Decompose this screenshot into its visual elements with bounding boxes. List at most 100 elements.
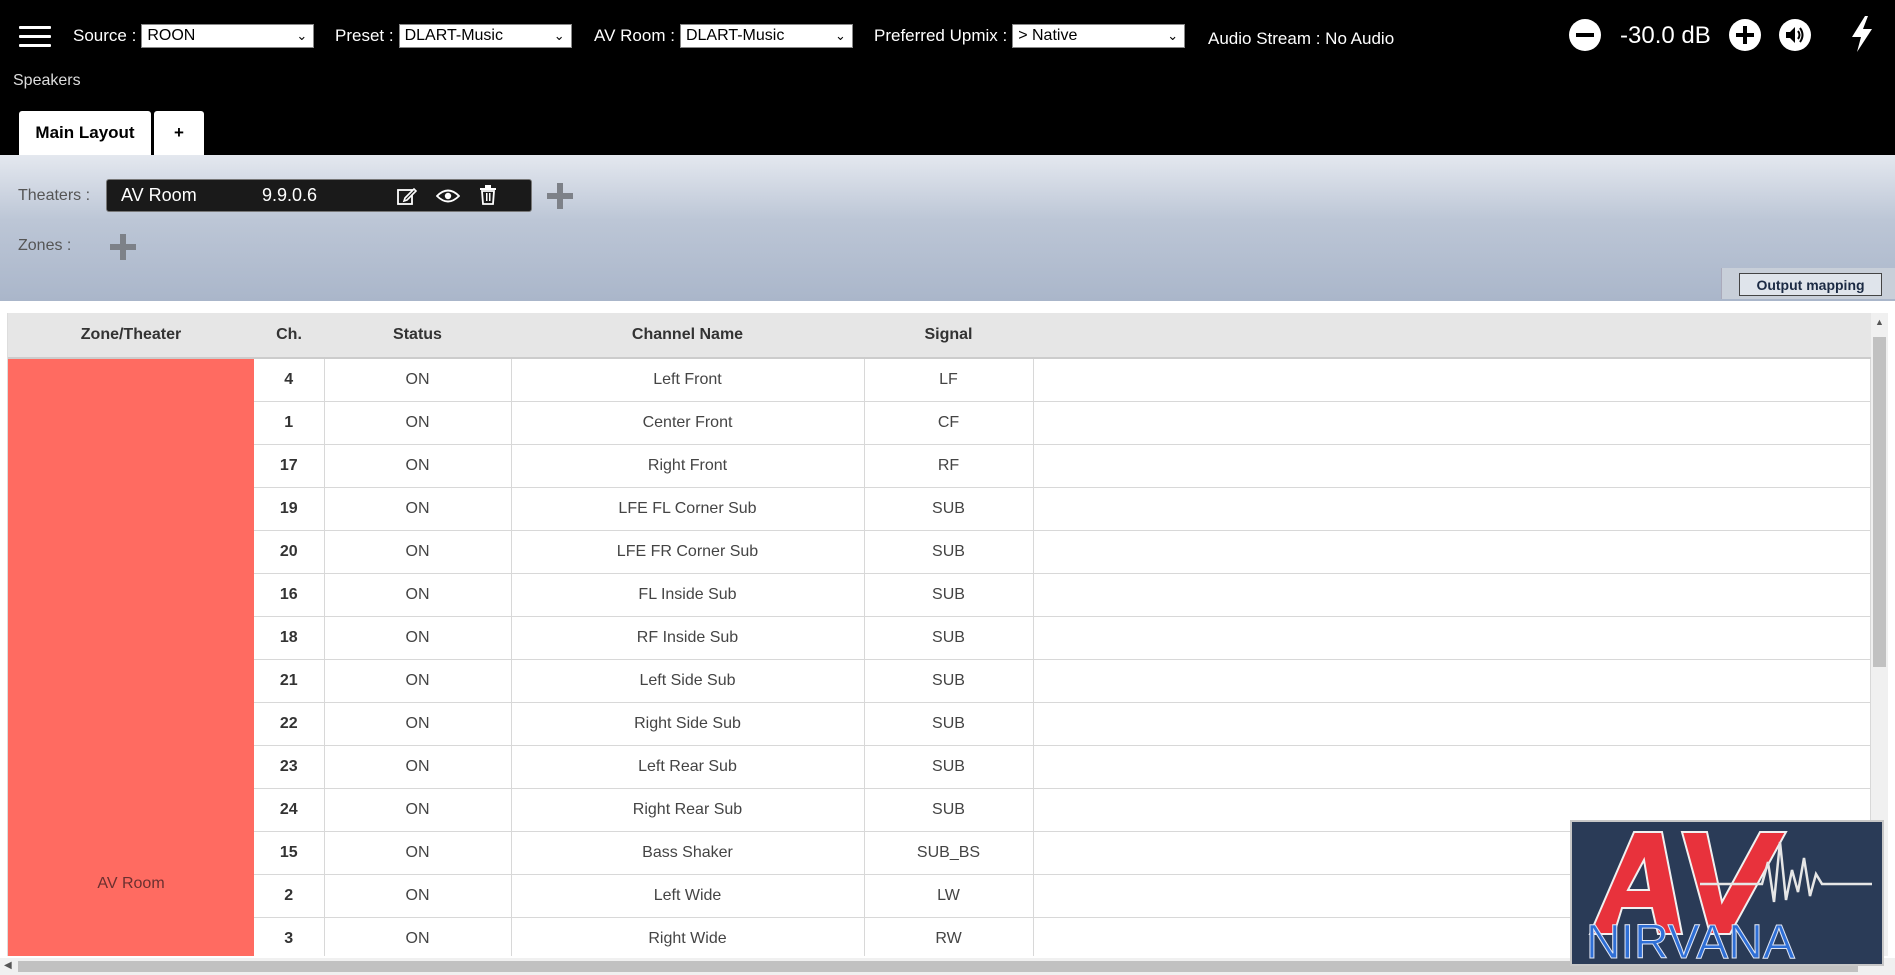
channel-name-cell: Right Side Sub [511, 702, 865, 746]
table-row[interactable]: 16 ON FL Inside Sub SUB [8, 573, 1871, 617]
menu-icon[interactable] [19, 26, 51, 48]
minus-circle-icon [1576, 33, 1594, 37]
signal-cell: SUB [864, 702, 1034, 746]
av-room-select[interactable]: DLART-Music ⌄ [679, 24, 853, 48]
channel-number-cell: 18 [254, 616, 325, 660]
status-cell: ON [324, 745, 512, 789]
page-title: Speakers [13, 72, 81, 89]
channel-number-cell: 17 [254, 444, 325, 488]
tab-main-layout[interactable]: Main Layout [19, 111, 151, 155]
preset-label: Preset : [335, 26, 394, 45]
chevron-down-icon: ⌄ [553, 28, 565, 43]
edit-icon[interactable] [397, 186, 417, 206]
channel-number-cell: 21 [254, 659, 325, 703]
channel-name-cell: Right Rear Sub [511, 788, 865, 832]
channel-name-cell: Right Front [511, 444, 865, 488]
status-cell: ON [324, 401, 512, 445]
scroll-up-arrow[interactable]: ▲ [1875, 317, 1884, 327]
table-row[interactable]: 1 ON Center Front CF [8, 401, 1871, 445]
plus-circle-icon [1736, 26, 1754, 44]
chevron-down-icon: ⌄ [1167, 28, 1179, 43]
col-header-channel-name[interactable]: Channel Name [511, 313, 864, 359]
signal-cell: SUB [864, 487, 1034, 531]
table-row[interactable]: 17 ON Right Front RF [8, 444, 1871, 488]
output-mapping-button[interactable]: Output mapping [1739, 273, 1882, 296]
channel-name-cell: RF Inside Sub [511, 616, 865, 660]
scroll-left-arrow[interactable]: ◀ [4, 960, 12, 971]
chevron-down-icon: ⌄ [835, 28, 846, 43]
vertical-scroll-thumb[interactable] [1873, 337, 1886, 667]
theater-item[interactable]: AV Room 9.9.0.6 [106, 179, 532, 212]
source-label: Source : [73, 26, 137, 45]
filler-cell [1033, 530, 1871, 574]
volume-up-button[interactable] [1729, 19, 1761, 51]
channel-name-cell: Left Rear Sub [511, 745, 865, 789]
source-value: ROON [147, 27, 196, 44]
filler-cell [1033, 401, 1871, 445]
status-cell: ON [324, 444, 512, 488]
signal-cell: SUB [864, 659, 1034, 703]
av-room-value: DLART-Music [685, 27, 785, 44]
preset-control: Preset : DLART-Music ⌄ [335, 24, 572, 48]
channel-number-cell: 20 [254, 530, 325, 574]
signal-cell: SUB_BS [864, 831, 1034, 875]
table-row[interactable]: AV Room 4 ON Left Front LF [8, 358, 1871, 956]
channel-number-cell: 16 [254, 573, 325, 617]
col-header-status[interactable]: Status [324, 313, 511, 359]
channel-number-cell: 22 [254, 702, 325, 746]
status-cell: ON [324, 659, 512, 703]
upmix-select[interactable]: > Native ⌄ [1012, 24, 1186, 48]
channel-number-cell: 24 [254, 788, 325, 832]
add-theater-button[interactable] [547, 183, 573, 209]
channel-number-cell: 1 [254, 401, 325, 445]
signal-cell: SUB [864, 530, 1034, 574]
channel-name-cell: FL Inside Sub [511, 573, 865, 617]
source-control: Source : ROON ⌄ [73, 24, 315, 48]
source-select[interactable]: ROON ⌄ [141, 24, 315, 48]
theater-name: AV Room [121, 185, 197, 205]
lightning-icon[interactable] [1848, 14, 1876, 54]
channel-number-cell: 23 [254, 745, 325, 789]
trash-icon[interactable] [479, 185, 497, 205]
filler-cell [1033, 358, 1871, 402]
signal-cell: RW [864, 917, 1034, 956]
signal-cell: LW [864, 874, 1034, 918]
channel-name-cell: Right Wide [511, 917, 865, 956]
avnirvana-watermark-logo: NIRVANA [1570, 820, 1884, 966]
filler-cell [1033, 745, 1871, 789]
mute-button[interactable] [1779, 19, 1811, 51]
eye-icon[interactable] [436, 188, 460, 204]
filler-cell [1033, 487, 1871, 531]
table-row[interactable]: 19 ON LFE FL Corner Sub SUB [8, 487, 1871, 531]
theater-version: 9.9.0.6 [262, 185, 318, 205]
status-cell: ON [324, 788, 512, 832]
col-header-zone[interactable]: Zone/Theater [8, 313, 254, 359]
preset-select[interactable]: DLART-Music ⌄ [398, 24, 572, 48]
table-row[interactable]: 23 ON Left Rear Sub SUB [8, 745, 1871, 789]
add-zone-button[interactable] [110, 234, 136, 260]
add-tab-button[interactable]: + [154, 111, 204, 155]
filler-cell [1033, 444, 1871, 488]
filler-cell [1033, 573, 1871, 617]
status-cell: ON [324, 702, 512, 746]
col-header-signal[interactable]: Signal [864, 313, 1033, 359]
status-cell: ON [324, 917, 512, 956]
channel-name-cell: LFE FR Corner Sub [511, 530, 865, 574]
channel-name-cell: Left Side Sub [511, 659, 865, 703]
table-row[interactable]: 20 ON LFE FR Corner Sub SUB [8, 530, 1871, 574]
table-row[interactable]: 21 ON Left Side Sub SUB [8, 659, 1871, 703]
filler-cell [1033, 616, 1871, 660]
output-mapping-bar: Output mapping [1721, 268, 1895, 299]
signal-cell: LF [864, 358, 1034, 402]
channel-name-cell: Left Front [511, 358, 865, 402]
status-cell: ON [324, 616, 512, 660]
zone-cell[interactable]: AV Room [8, 358, 254, 956]
signal-cell: CF [864, 401, 1034, 445]
table-row[interactable]: 22 ON Right Side Sub SUB [8, 702, 1871, 746]
speaker-icon [1786, 27, 1804, 43]
chevron-down-icon: ⌄ [296, 28, 308, 43]
volume-down-button[interactable] [1569, 19, 1601, 51]
table-row[interactable]: 18 ON RF Inside Sub SUB [8, 616, 1871, 660]
status-cell: ON [324, 487, 512, 531]
col-header-channel[interactable]: Ch. [254, 313, 324, 359]
